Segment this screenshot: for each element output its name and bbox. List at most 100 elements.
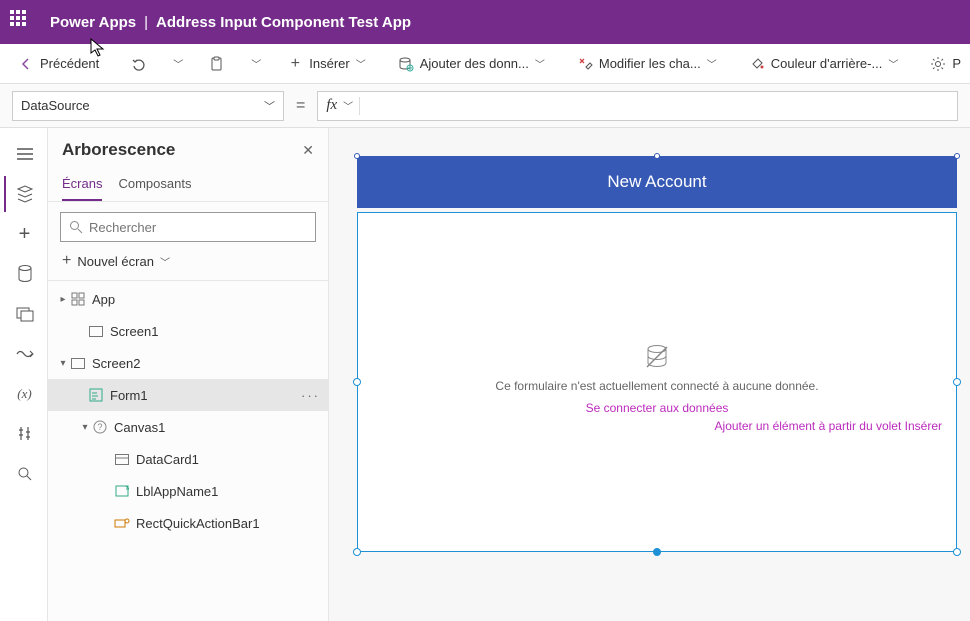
chevron-right-icon: ▸ — [56, 294, 70, 305]
tree-node-lblappname[interactable]: LblAppName1 — [48, 475, 328, 507]
undo-icon — [131, 56, 147, 72]
rail-tools[interactable] — [4, 416, 44, 452]
edit-fields-label: Modifier les cha... — [599, 56, 701, 71]
rail-insert[interactable]: + — [4, 216, 44, 252]
node-label: LblAppName1 — [136, 484, 218, 499]
settings-label: P — [952, 56, 961, 71]
add-data-button[interactable]: Ajouter des donn... ﹀ — [392, 52, 551, 76]
tree-panel: Arborescence ✕ Écrans Composants + Nouve… — [48, 128, 329, 621]
tools-icon — [17, 425, 33, 443]
add-from-insert-link[interactable]: Ajouter un élément à partir du volet Ins… — [715, 419, 942, 433]
form-empty-text: Ce formulaire n'est actuellement connect… — [358, 379, 956, 393]
node-label: RectQuickActionBar1 — [136, 516, 260, 531]
app-header[interactable]: New Account — [357, 156, 957, 208]
rail-tree[interactable] — [4, 176, 44, 212]
plus-icon: + — [62, 252, 71, 270]
node-label: Canvas1 — [114, 420, 165, 435]
form-empty-message: Ce formulaire n'est actuellement connect… — [358, 343, 956, 415]
tree-node-screen1[interactable]: Screen1 — [48, 315, 328, 347]
new-screen-button[interactable]: + Nouvel écran ﹀ — [48, 248, 328, 278]
chevron-down-icon: ﹀ — [356, 56, 366, 71]
rect-icon — [114, 515, 130, 531]
edit-fields-button[interactable]: Modifier les cha... ﹀ — [571, 52, 723, 76]
rail-media[interactable] — [4, 296, 44, 332]
rail-flows[interactable] — [4, 336, 44, 372]
bg-color-label: Couleur d'arrière-... — [771, 56, 883, 71]
insert-button[interactable]: + Insérer ﹀ — [281, 52, 371, 76]
tree-node-datacard1[interactable]: DataCard1 — [48, 443, 328, 475]
plus-icon: + — [19, 223, 31, 246]
node-label: App — [92, 292, 115, 307]
search-icon — [17, 466, 33, 482]
resize-handle[interactable] — [353, 548, 361, 556]
chevron-down-icon: ﹀ — [707, 56, 717, 71]
resize-handle[interactable] — [953, 548, 961, 556]
device-preview: New Account Ce formulaire n'est actuelle… — [357, 156, 957, 576]
property-dropdown[interactable]: DataSource ﹀ — [12, 91, 284, 121]
app-icon — [70, 291, 86, 307]
left-rail: + (x) — [0, 128, 48, 621]
canvas-area[interactable]: New Account Ce formulaire n'est actuelle… — [329, 128, 970, 621]
rail-hamburger[interactable] — [4, 136, 44, 172]
tree-list: ▸ App Screen1 ▾ Screen2 Form1 ··· ▾ — [48, 283, 328, 621]
chevron-down-icon[interactable]: ﹀ — [251, 56, 261, 71]
node-label: DataCard1 — [136, 452, 199, 467]
tree-search[interactable] — [60, 212, 316, 242]
property-label: DataSource — [21, 98, 90, 113]
svg-text:?: ? — [97, 422, 102, 432]
flow-icon — [15, 347, 35, 361]
back-button[interactable]: Précédent — [12, 52, 105, 76]
formula-input[interactable]: fx ﹀ — [317, 91, 958, 121]
equals-label: = — [296, 97, 305, 115]
settings-button[interactable]: P — [924, 52, 967, 76]
chevron-down-icon: ▾ — [56, 358, 70, 369]
title-bar: Power Apps | Address Input Component Tes… — [0, 0, 970, 44]
chevron-down-icon[interactable]: ﹀ — [173, 56, 183, 71]
chevron-down-icon: ﹀ — [264, 98, 275, 114]
edit-fields-icon — [577, 56, 593, 72]
file-name: Address Input Component Test App — [156, 14, 411, 31]
resize-handle[interactable] — [953, 378, 961, 386]
tree-node-form1[interactable]: Form1 ··· — [48, 379, 328, 411]
rail-search[interactable] — [4, 456, 44, 492]
form-selection[interactable]: Ce formulaire n'est actuellement connect… — [357, 212, 957, 552]
waffle-icon[interactable] — [10, 10, 34, 34]
tree-node-app[interactable]: ▸ App — [48, 283, 328, 315]
database-icon — [17, 265, 33, 283]
node-label: Screen2 — [92, 356, 140, 371]
data-icon — [398, 56, 414, 72]
resize-handle[interactable] — [353, 378, 361, 386]
rail-data[interactable] — [4, 256, 44, 292]
variable-icon: (x) — [17, 386, 31, 402]
tree-node-canvas1[interactable]: ▾ ? Canvas1 — [48, 411, 328, 443]
node-label: Screen1 — [110, 324, 158, 339]
tree-title: Arborescence — [62, 140, 175, 160]
close-panel-button[interactable]: ✕ — [302, 142, 314, 159]
arrow-left-icon — [18, 56, 34, 72]
add-data-label: Ajouter des donn... — [420, 56, 529, 71]
bg-color-button[interactable]: Couleur d'arrière-... ﹀ — [743, 52, 905, 76]
tree-node-screen2[interactable]: ▾ Screen2 — [48, 347, 328, 379]
undo-button[interactable] — [125, 52, 153, 76]
insert-label: Insérer — [309, 56, 349, 71]
resize-handle[interactable] — [653, 548, 661, 556]
chevron-down-icon: ﹀ — [160, 254, 170, 269]
tree-node-rectbar[interactable]: RectQuickActionBar1 — [48, 507, 328, 539]
app-header-title: New Account — [607, 172, 706, 192]
connect-data-link[interactable]: Se connecter aux données — [358, 401, 956, 415]
search-input[interactable] — [89, 220, 307, 235]
formula-bar: DataSource ﹀ = fx ﹀ — [0, 84, 970, 128]
tab-components[interactable]: Composants — [118, 170, 191, 201]
tree-icon — [16, 185, 34, 203]
screen-icon — [70, 355, 86, 371]
more-icon[interactable]: ··· — [301, 388, 320, 403]
new-screen-label: Nouvel écran — [77, 254, 154, 269]
fx-icon: fx — [326, 97, 337, 114]
help-icon: ? — [92, 419, 108, 435]
rail-variables[interactable]: (x) — [4, 376, 44, 412]
clipboard-icon — [209, 56, 225, 72]
tab-screens[interactable]: Écrans — [62, 170, 102, 201]
paste-button[interactable] — [203, 52, 231, 76]
command-bar: Précédent ﹀ ﹀ + Insérer ﹀ Ajouter des do… — [0, 44, 970, 84]
search-icon — [69, 220, 83, 234]
